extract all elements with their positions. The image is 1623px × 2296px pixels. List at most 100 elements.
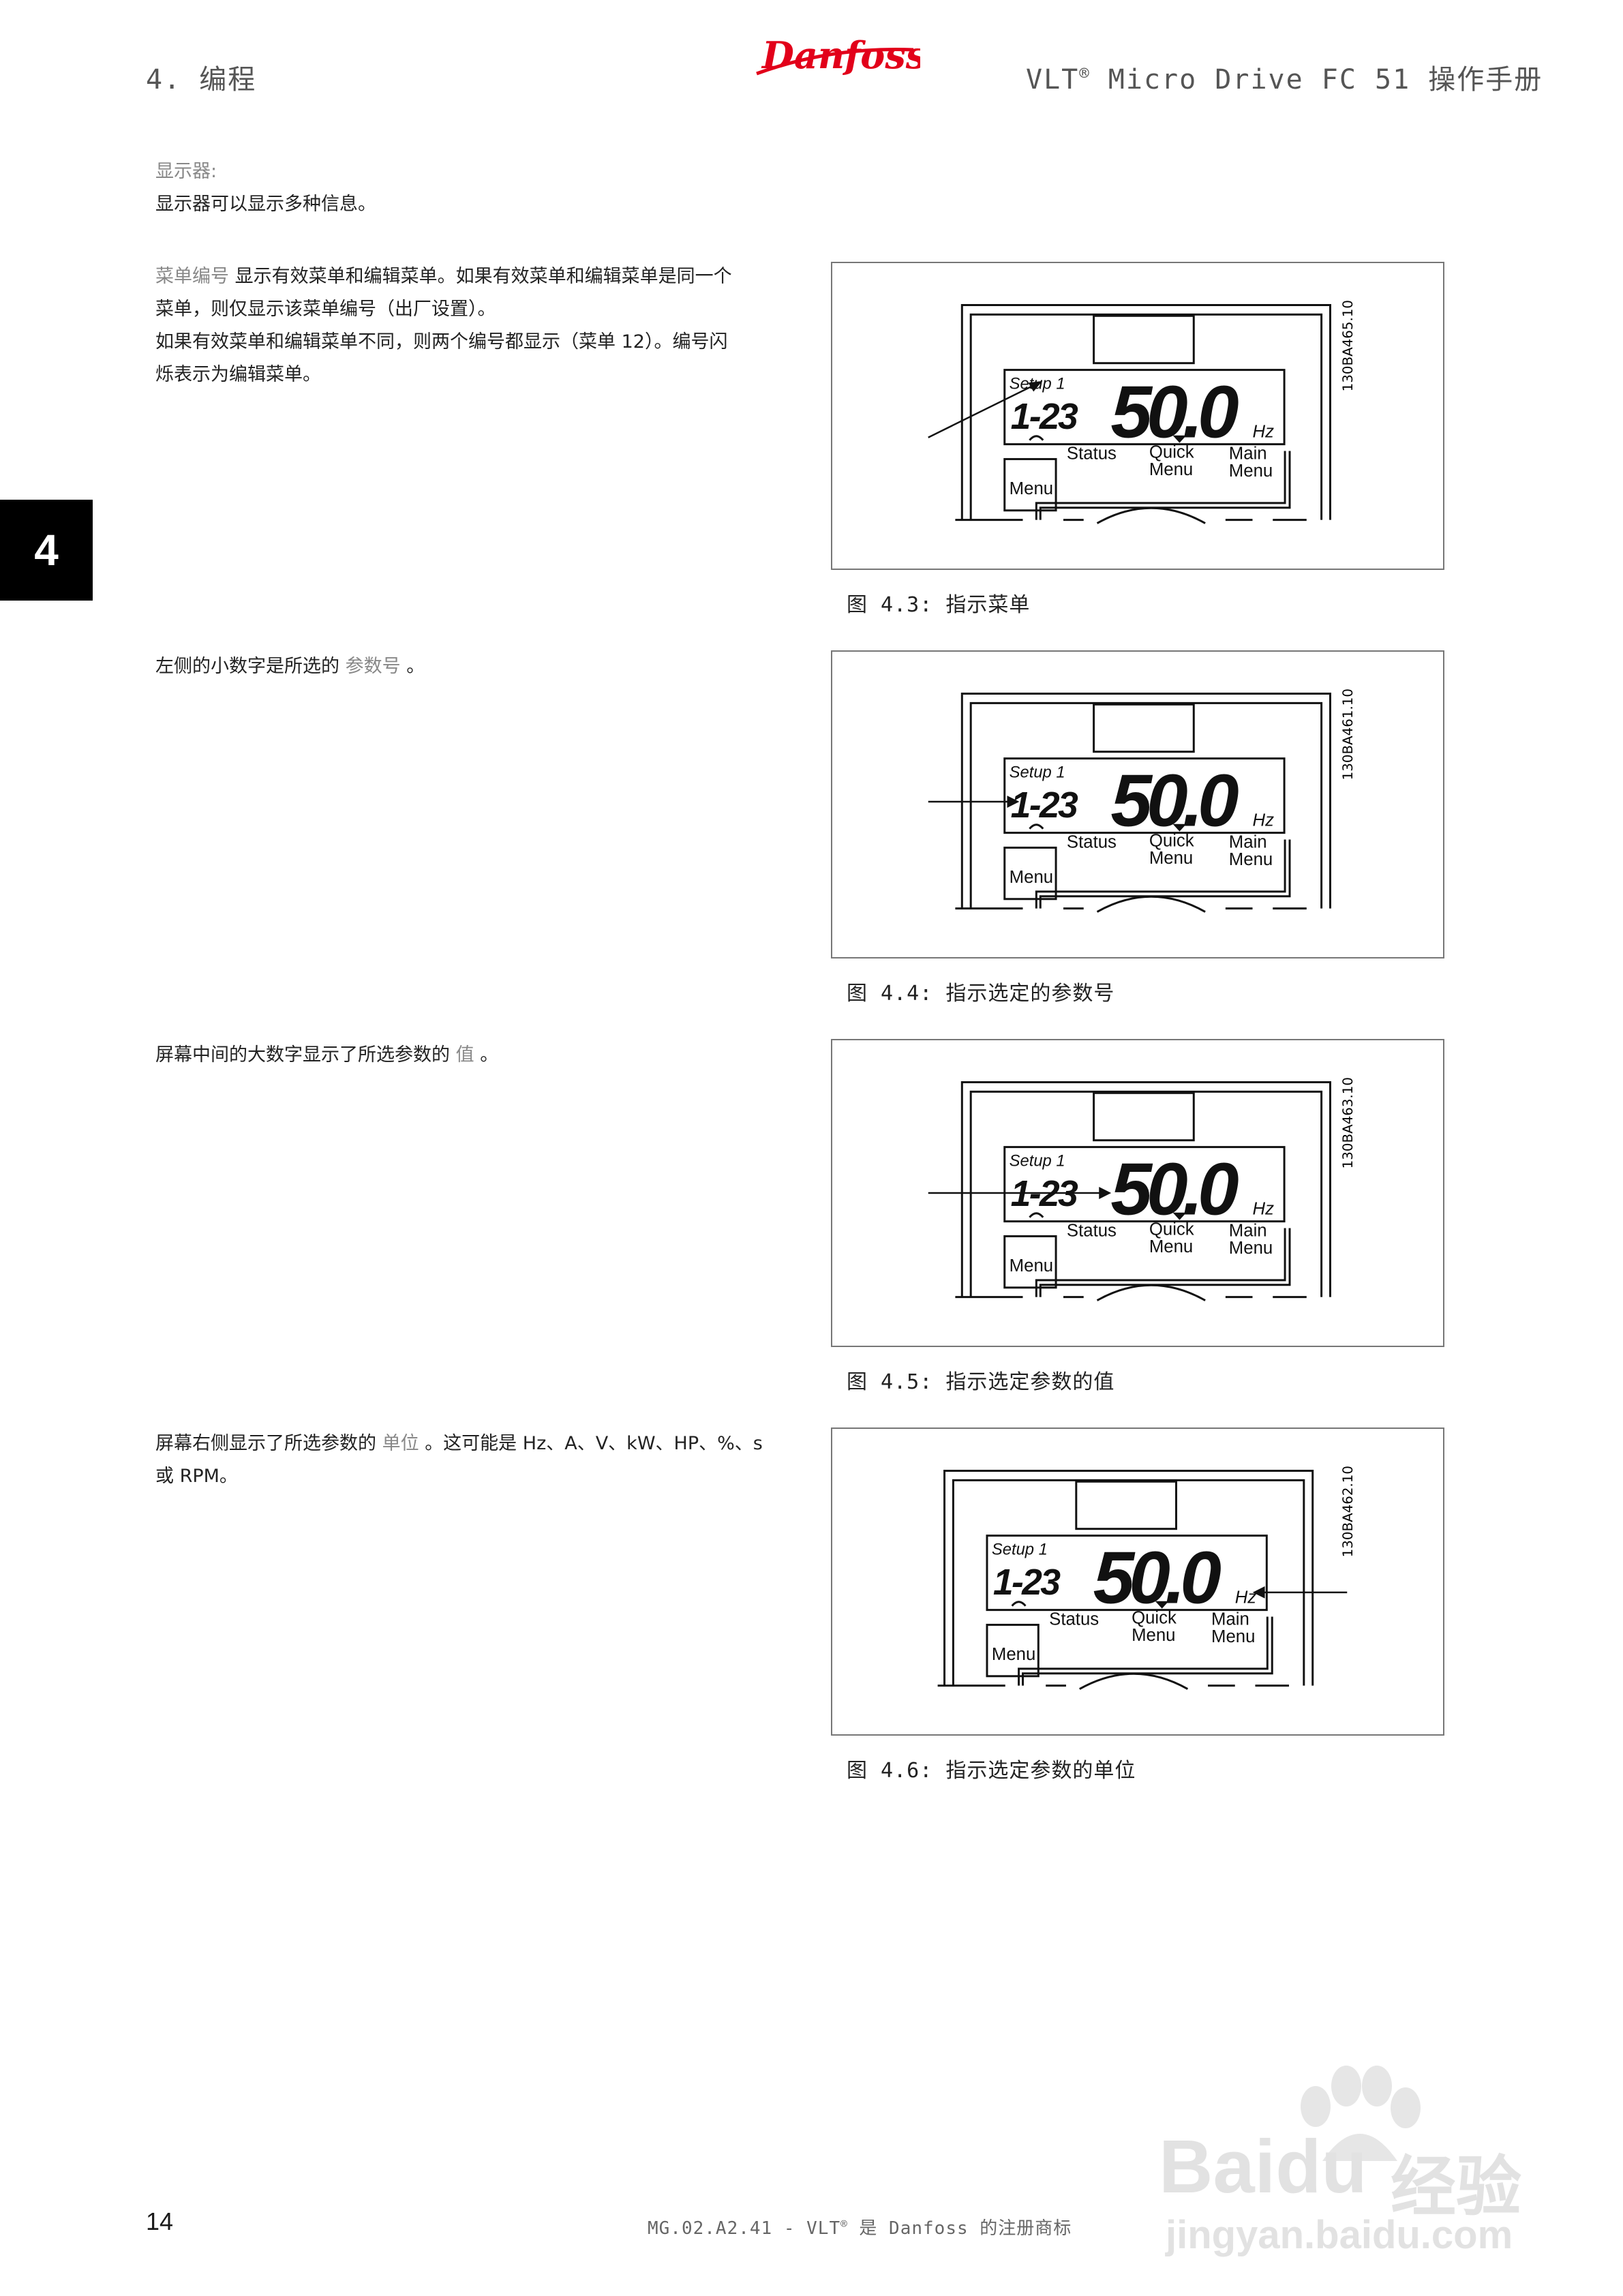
lcp-group: Setup 11-2350.0HzStatusQuickMenuMainMenu…	[955, 303, 1331, 524]
top-window	[1093, 314, 1195, 365]
watermark-brand-1: Bai	[1159, 2125, 1276, 2209]
lcp-menu: Menu	[992, 1645, 1035, 1664]
figure-code: 130BA465.10	[1340, 300, 1356, 391]
section-value: 屏幕中间的大数字显示了所选参数的 值 。	[155, 1039, 498, 1072]
chapter-title: 4. 编程	[146, 64, 257, 95]
lcp-text: Setup 11-2350.0HzStatusQuickMenuMainMenu…	[1010, 759, 1274, 887]
lcp-status: Status	[1067, 832, 1117, 851]
nav-arc	[1079, 1672, 1189, 1690]
nav-arc	[1096, 1284, 1206, 1301]
lcp-main-1: Main	[1229, 444, 1267, 463]
nav-arc	[1096, 895, 1206, 913]
section-4-prefix: 屏幕右侧显示了所选参数的	[155, 1433, 376, 1454]
lcp-diagram: Setup 11-2350.0HzStatusQuickMenuMainMenu…	[928, 689, 1356, 913]
section-4-line-2: 或 RPM。	[155, 1466, 238, 1487]
lcp-text: Setup 11-2350.0HzStatusQuickMenuMainMenu…	[1010, 371, 1274, 498]
watermark-brand: Baidu	[1159, 2124, 1367, 2210]
lcp-setup: Setup 1	[1010, 1151, 1065, 1170]
figure-4-3-caption: 图 4.3: 指示菜单	[847, 593, 1031, 617]
baidu-watermark: Baidu 经验 jingyan.baidu.com	[1159, 2059, 1595, 2263]
figure-code: 130BA463.10	[1340, 1077, 1356, 1168]
lcp-main-1: Main	[1211, 1610, 1249, 1629]
watermark-brand-2: du	[1275, 2125, 1367, 2209]
lcp-group: Setup 11-2350.0HzStatusQuickMenuMainMenu…	[955, 1081, 1331, 1301]
lcp-menu: Menu	[1010, 479, 1053, 498]
lcp-param: 1-23	[1011, 397, 1078, 437]
lcp-quick-2: Menu	[1132, 1626, 1175, 1645]
lcp-param: 1-23	[993, 1562, 1061, 1603]
term-value: 值	[455, 1044, 474, 1066]
lcp-group: Setup 11-2350.0HzStatusQuickMenuMainMenu…	[937, 1469, 1314, 1690]
pointer-arrow	[1252, 1586, 1348, 1599]
figure-4-4: Setup 1 1-23 50.0 Hz Status Quick Menu Main Menu…	[831, 650, 1444, 958]
intro-block: 显示器: 显示器可以显示多种信息。	[155, 155, 376, 221]
lcp-quick-2: Menu	[1149, 460, 1193, 479]
lcp-value: 50.0	[1110, 371, 1239, 454]
figure-4-5-caption: 图 4.5: 指示选定参数的值	[847, 1370, 1115, 1394]
figure-4-3: Setup 11-2350.0HzStatusQuickMenuMainMenu…	[831, 262, 1444, 570]
intro-line: 显示器可以显示多种信息。	[155, 194, 376, 215]
term-unit: 单位	[382, 1433, 419, 1454]
section-param-number: 左侧的小数字是所选的 参数号 。	[155, 650, 425, 683]
top-window	[1075, 1480, 1177, 1530]
section-menu-number: 菜单编号 显示有效菜单和编辑菜单。如果有效菜单和编辑菜单是同一个 菜单，则仅显示…	[155, 260, 783, 391]
product-suffix: Micro Drive FC 51 操作手册	[1108, 64, 1543, 95]
lcp-menu: Menu	[1010, 1256, 1053, 1275]
lcp-setup: Setup 1	[1010, 763, 1065, 781]
lcp-main-2: Menu	[1229, 1239, 1273, 1258]
figure-4-6-caption: 图 4.6: 指示选定参数的单位	[847, 1759, 1136, 1783]
lcp-status: Status	[1067, 444, 1117, 463]
arrow-head	[1099, 1187, 1112, 1199]
term-param-number: 参数号	[345, 656, 401, 677]
lcp-diagram: Setup 11-2350.0HzStatusQuickMenuMainMenu…	[928, 300, 1356, 524]
lcp-main-2: Menu	[1229, 850, 1273, 869]
section-4-suffix: 。这可能是 Hz、A、V、kW、HP、%、s	[425, 1433, 763, 1454]
lcp-param: 1-23	[1011, 785, 1078, 826]
lcp-diagram: Setup 11-2350.0HzStatusQuickMenuMainMenu…	[928, 1077, 1356, 1301]
figure-4-5: Setup 1 1-23 50.0 Hz Status Quick Menu Main Menu…	[831, 1039, 1444, 1347]
lcp-quick-2: Menu	[1149, 1237, 1193, 1256]
lcp-main-2: Menu	[1229, 462, 1273, 481]
product-prefix: VLT	[1026, 64, 1080, 95]
intro-title: 显示器:	[155, 161, 217, 182]
page-number: 14	[146, 2207, 174, 2235]
lcp-main-1: Main	[1229, 832, 1267, 851]
figure-4-6: Setup 1 1-23 50.0 Hz Status Quick Menu Main Menu…	[831, 1428, 1444, 1736]
lcp-status: Status	[1067, 1221, 1117, 1240]
term-menu-number: 菜单编号	[155, 266, 229, 287]
lcp-text: Setup 11-2350.0HzStatusQuickMenuMainMenu…	[992, 1537, 1256, 1664]
figure-code: 130BA461.10	[1340, 689, 1356, 780]
top-window	[1093, 703, 1195, 753]
section-2-suffix: 。	[406, 656, 425, 677]
section-3-prefix: 屏幕中间的大数字显示了所选参数的	[155, 1044, 450, 1066]
section-1-line-4: 烁表示为编辑菜单。	[155, 364, 321, 385]
lcp-quick-1: Quick	[1149, 831, 1194, 850]
registered-mark: ®	[1079, 63, 1091, 83]
section-2-prefix: 左侧的小数字是所选的	[155, 656, 339, 677]
lcp-unit: Hz	[1235, 1588, 1257, 1607]
footer-doc-suffix: 是 Danfoss 的注册商标	[859, 2218, 1072, 2239]
figure-4-4-caption: 图 4.4: 指示选定的参数号	[847, 982, 1115, 1006]
lcp-main-2: Menu	[1211, 1627, 1255, 1646]
figure-code: 130BA462.10	[1340, 1466, 1356, 1557]
lcp-quick-1: Quick	[1132, 1608, 1177, 1627]
lcp-quick-1: Quick	[1149, 1220, 1194, 1239]
top-window	[1093, 1091, 1195, 1142]
section-1-line-3: 如果有效菜单和编辑菜单不同，则两个编号都显示（菜单 12）。编号闪	[155, 331, 728, 352]
lcp-menu: Menu	[1010, 868, 1053, 887]
chapter-tab: 4	[0, 500, 93, 601]
logo-text: Danfoss	[761, 33, 920, 77]
lcp-text: Setup 11-2350.0HzStatusQuickMenuMainMenu…	[1010, 1148, 1274, 1275]
footer-text: MG.02.A2.41 - VLT® 是 Danfoss 的注册商标	[648, 2214, 1072, 2239]
lcp-param: 1-23	[1011, 1174, 1078, 1214]
lcp-value: 50.0	[1110, 1148, 1239, 1231]
footer-doc-prefix: MG.02.A2.41 - VLT	[648, 2218, 841, 2239]
section-unit: 屏幕右侧显示了所选参数的 单位 。这可能是 Hz、A、V、kW、HP、%、s 或…	[155, 1428, 783, 1493]
product-title: VLT® Micro Drive FC 51 操作手册	[1026, 57, 1543, 97]
lcp-main-1: Main	[1229, 1221, 1267, 1240]
lcp-quick-2: Menu	[1149, 849, 1193, 868]
section-1-line-1: 显示有效菜单和编辑菜单。如果有效菜单和编辑菜单是同一个	[234, 266, 732, 287]
danfoss-logo: Danfoss	[750, 19, 926, 87]
lcp-unit: Hz	[1252, 1200, 1274, 1219]
footer-registered: ®	[840, 2217, 848, 2231]
